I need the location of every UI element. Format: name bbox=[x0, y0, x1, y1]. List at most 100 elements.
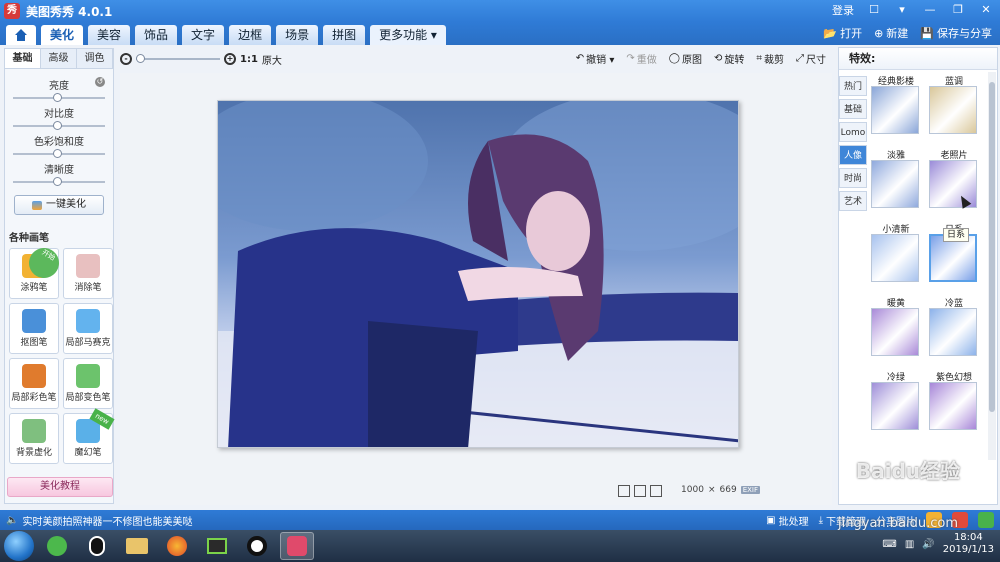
system-tray: ⌨ ▥ 🔊 18:04 2019/1/13 bbox=[882, 532, 994, 556]
subtab-advanced[interactable]: 高级 bbox=[41, 49, 77, 68]
contrast-knob[interactable] bbox=[52, 121, 62, 130]
effect-category-tab[interactable]: Lomo bbox=[839, 122, 867, 142]
maximize-icon[interactable]: ❐ bbox=[950, 2, 966, 18]
rotate-button[interactable]: ⟲ 旋转 bbox=[714, 51, 744, 66]
keyboard-icon[interactable]: ⌨ bbox=[882, 539, 896, 550]
scrollbar-thumb[interactable] bbox=[989, 82, 995, 412]
saturation-knob[interactable] bbox=[52, 149, 62, 158]
effect-tooltip: 日系 bbox=[943, 228, 970, 242]
home-tab[interactable] bbox=[6, 25, 36, 45]
brush-label: 涂鸦笔 bbox=[20, 283, 48, 293]
adjust-subtabs: 基础 高级 调色 bbox=[5, 49, 113, 69]
effects-panel: 特效: 热门基础 Lomo 人像时尚艺术 经典影楼蓝调淡雅老照片小清新日系暖黄冷蓝冷… bbox=[838, 47, 998, 505]
close-icon[interactable]: ✕ bbox=[978, 2, 994, 18]
effect-thumbnail[interactable] bbox=[929, 308, 977, 356]
effect-thumbnail[interactable] bbox=[929, 86, 977, 134]
zoom-knob[interactable] bbox=[136, 54, 145, 63]
image-width: 1000 bbox=[681, 485, 704, 495]
effect-thumbnail[interactable] bbox=[871, 160, 919, 208]
brush-item[interactable]: 魔幻笔 new bbox=[63, 408, 115, 464]
actual-ratio-button[interactable]: 1:1 bbox=[240, 54, 258, 65]
brush-label: 魔幻笔 bbox=[74, 448, 102, 458]
tab-beauty[interactable]: 美容 bbox=[88, 25, 131, 45]
new-button[interactable]: ⊕ 新建 bbox=[874, 25, 908, 41]
brush-item[interactable]: 涂鸦笔 开始 bbox=[9, 242, 65, 299]
tab-frame[interactable]: 边框 bbox=[229, 25, 272, 45]
original-size-button[interactable]: 原大 bbox=[262, 52, 282, 67]
tutorial-button[interactable]: 美化教程 bbox=[7, 477, 113, 497]
split-view-icon[interactable] bbox=[634, 485, 646, 497]
one-click-beautify-button[interactable]: 一键美化 bbox=[14, 195, 104, 215]
subtab-basic[interactable]: 基础 bbox=[5, 49, 41, 68]
clock[interactable]: 18:04 2019/1/13 bbox=[943, 532, 994, 556]
tab-scene[interactable]: 场景 bbox=[276, 25, 319, 45]
effect-thumbnail[interactable] bbox=[871, 382, 919, 430]
tab-collage[interactable]: 拼图 bbox=[323, 25, 366, 45]
effect-category-tab[interactable]: 时尚 bbox=[839, 168, 867, 188]
save-share-button[interactable]: 💾 保存与分享 bbox=[920, 25, 992, 41]
compare-view-icon[interactable] bbox=[618, 485, 630, 497]
resize-button[interactable]: ⤢ 尺寸 bbox=[796, 51, 826, 66]
edited-photo[interactable] bbox=[217, 100, 739, 448]
redo-button[interactable]: ↷ 重做 bbox=[626, 51, 656, 66]
brightness-knob[interactable] bbox=[52, 93, 62, 102]
taskbar-360-icon[interactable] bbox=[40, 532, 74, 560]
sharpness-slider[interactable] bbox=[13, 177, 105, 186]
taskbar-firefox-icon[interactable] bbox=[160, 532, 194, 560]
effect-thumbnail[interactable] bbox=[871, 308, 919, 356]
effect-thumbnail[interactable] bbox=[871, 234, 919, 282]
baidu-watermark-url: jingyan.baidu.com bbox=[838, 516, 958, 531]
tab-text[interactable]: 文字 bbox=[182, 25, 225, 45]
reset-icon[interactable]: ↺ bbox=[95, 77, 105, 87]
brightness-label: 亮度 bbox=[49, 81, 69, 92]
brush-item[interactable]: 局部马赛克 bbox=[63, 303, 113, 354]
zoom-in-icon[interactable]: + bbox=[224, 53, 236, 65]
image-canvas[interactable]: 1000 × 669 EXIF bbox=[120, 73, 832, 505]
start-button-icon[interactable] bbox=[4, 531, 34, 561]
effects-scrollbar[interactable] bbox=[988, 72, 996, 460]
tab-accessories[interactable]: 饰品 bbox=[135, 25, 178, 45]
crop-button[interactable]: ⌗ 裁剪 bbox=[756, 51, 784, 66]
open-button[interactable]: 📂 打开 bbox=[823, 25, 862, 41]
promo-text: 实时美颜拍照神器一不修图也能美美哒 bbox=[22, 516, 193, 528]
tab-more-features[interactable]: 更多功能 ▾ bbox=[370, 25, 446, 45]
login-link[interactable]: 登录 bbox=[832, 2, 854, 18]
promo-area[interactable]: 🔈 实时美颜拍照神器一不修图也能美美哒 bbox=[6, 513, 192, 528]
taskbar-folder-icon[interactable] bbox=[120, 532, 154, 560]
effect-category-tab[interactable]: 艺术 bbox=[839, 191, 867, 211]
volume-icon[interactable]: 🔊 bbox=[922, 539, 934, 550]
brush-item[interactable]: 消除笔 bbox=[63, 248, 113, 299]
network-icon[interactable]: ▥ bbox=[905, 539, 914, 550]
zoom-slider[interactable] bbox=[136, 54, 220, 63]
taskbar-qq-icon[interactable] bbox=[80, 532, 114, 560]
taskbar-video-icon[interactable] bbox=[200, 532, 234, 560]
brush-item[interactable]: 局部变色笔 bbox=[63, 358, 113, 409]
undo-button[interactable]: ↶ 撤销 ▾ bbox=[576, 51, 615, 66]
saturation-slider[interactable] bbox=[13, 149, 105, 158]
effect-category-tab[interactable]: 热门 bbox=[839, 76, 867, 96]
contrast-slider[interactable] bbox=[13, 121, 105, 130]
sharpness-label: 清晰度 bbox=[44, 165, 74, 176]
batch-process-button[interactable]: ▣ 批处理 bbox=[766, 513, 808, 528]
taskbar-meitu-icon[interactable] bbox=[280, 532, 314, 560]
taskbar-record-icon[interactable] bbox=[240, 532, 274, 560]
add-plus-icon[interactable] bbox=[978, 512, 994, 528]
single-view-icon[interactable] bbox=[650, 485, 662, 497]
subtab-color[interactable]: 调色 bbox=[77, 49, 113, 68]
effect-thumbnail[interactable] bbox=[871, 86, 919, 134]
sharpness-knob[interactable] bbox=[52, 177, 62, 186]
effect-thumbnail[interactable] bbox=[929, 382, 977, 430]
effect-category-tab[interactable]: 人像 bbox=[839, 145, 867, 165]
original-image-button[interactable]: ◯ 原图 bbox=[669, 51, 702, 66]
brush-item[interactable]: 抠图笔 bbox=[9, 303, 59, 354]
minimize-icon[interactable]: — bbox=[922, 2, 938, 18]
feedback-icon[interactable]: ☐ bbox=[866, 2, 882, 18]
menu-icon[interactable]: ▾ bbox=[894, 2, 910, 18]
effect-category-tab[interactable]: 基础 bbox=[839, 99, 867, 119]
zoom-out-icon[interactable]: - bbox=[120, 53, 132, 65]
brush-item[interactable]: 局部彩色笔 bbox=[9, 358, 59, 409]
exif-button[interactable]: EXIF bbox=[740, 486, 760, 494]
tab-beautify[interactable]: 美化 bbox=[41, 25, 84, 45]
brush-item[interactable]: 背景虚化 bbox=[9, 413, 59, 464]
brightness-slider[interactable] bbox=[13, 93, 105, 102]
